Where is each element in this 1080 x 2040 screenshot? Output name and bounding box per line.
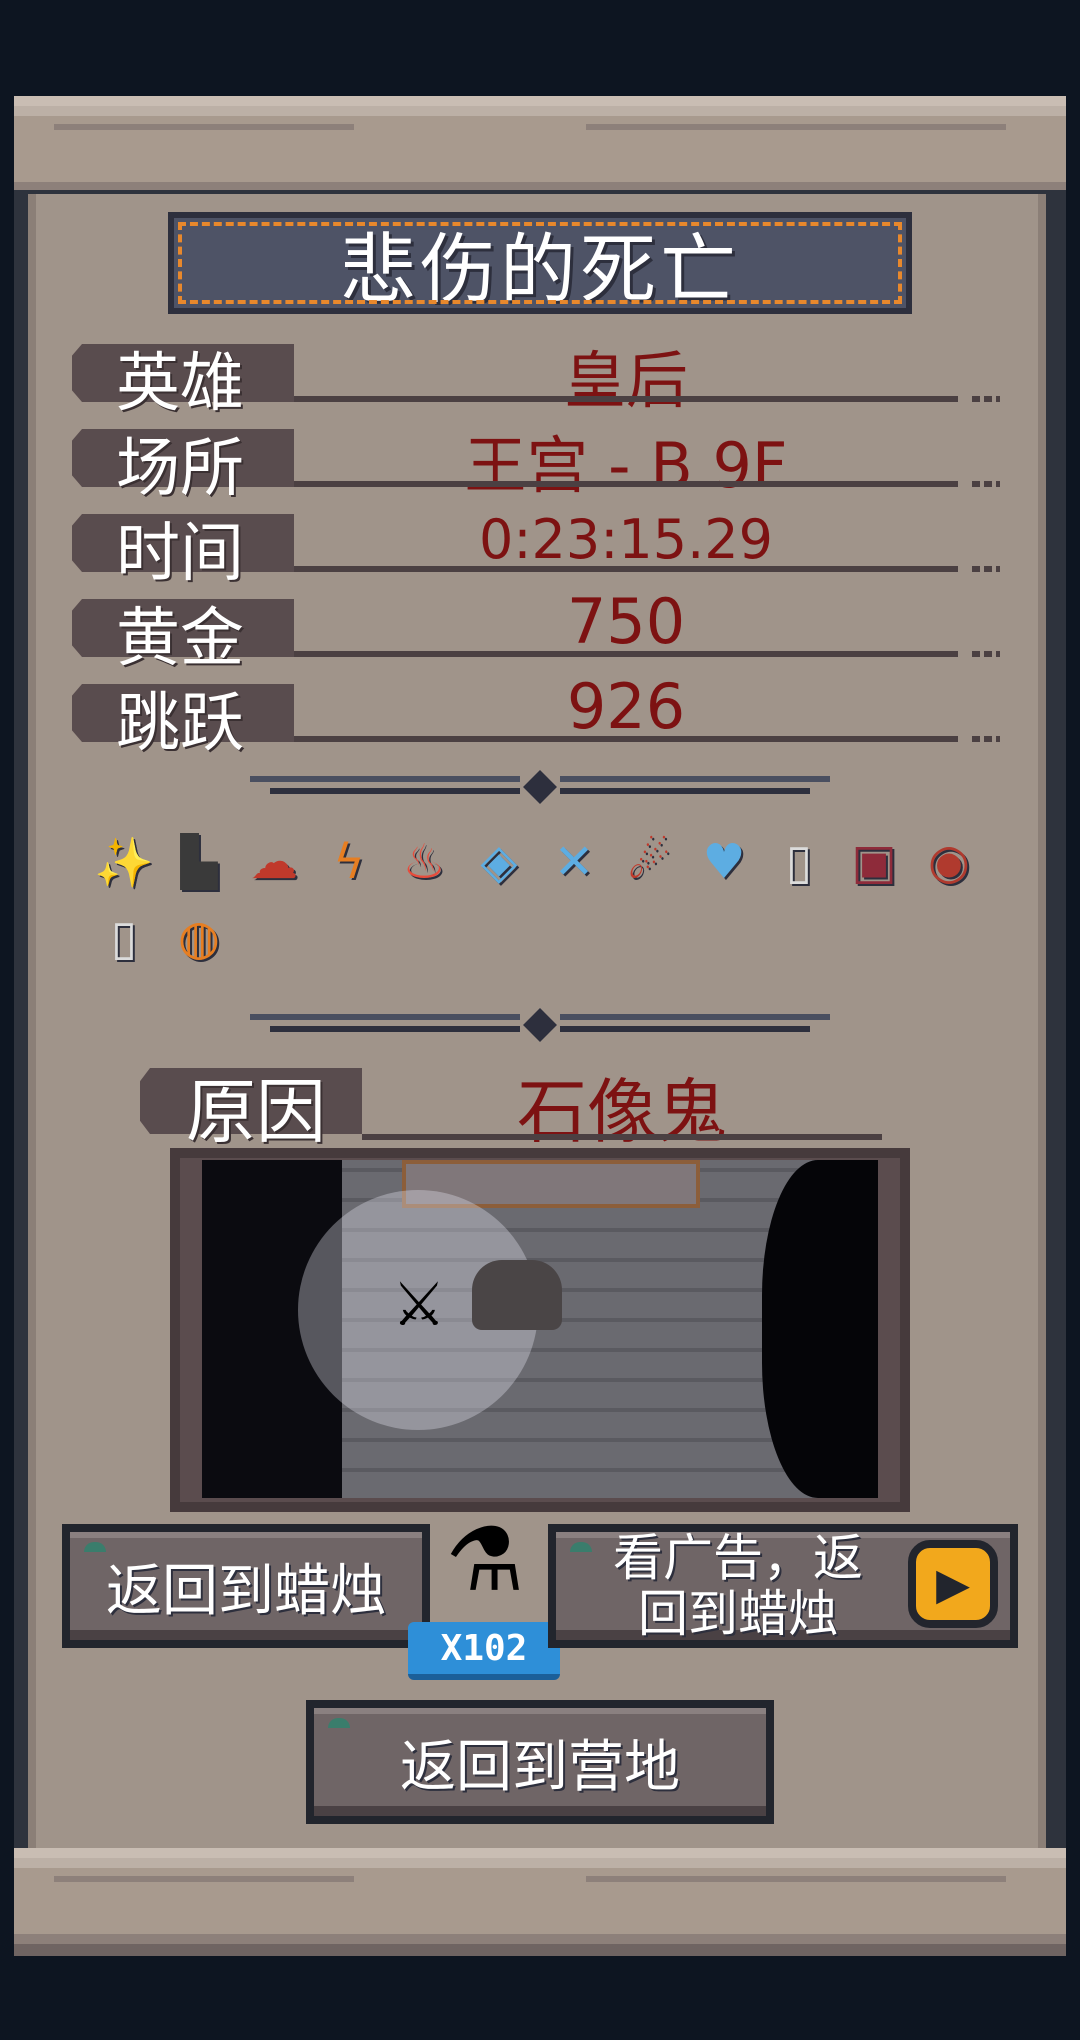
stat-label: 场所 — [116, 432, 244, 506]
stat-underline — [294, 396, 958, 402]
return-to-camp-button[interactable]: 返回到营地 — [306, 1700, 774, 1824]
crossed-swords-icon[interactable]: ✕ — [542, 830, 606, 894]
fire-orb-icon[interactable]: ◍ — [167, 906, 231, 970]
divider-bar — [270, 788, 520, 794]
stat-row-time: 时间 0:23:15.29 — [72, 500, 1002, 591]
stars-icon[interactable]: ✨ — [92, 830, 156, 894]
stat-value: 王宫 - B 9F — [464, 429, 788, 502]
stat-underline — [294, 736, 958, 742]
watch-ad-label: 看广告，返 回到蜡烛 — [613, 1530, 863, 1642]
stat-dots — [972, 396, 1000, 402]
stat-value: 750 — [566, 585, 686, 658]
stat-dots — [972, 651, 1000, 657]
return-to-camp-label: 返回到营地 — [400, 1734, 680, 1800]
divider-bar — [560, 1026, 810, 1032]
cause-underline — [362, 1134, 882, 1140]
stat-underline — [294, 566, 958, 572]
stat-row-hero: 英雄 皇后 — [72, 330, 1002, 421]
stat-value: 926 — [566, 670, 686, 743]
darkness — [762, 1160, 878, 1498]
fire-icon[interactable]: ♨ — [392, 830, 456, 894]
scroll-bottom-roll — [14, 1848, 1066, 1956]
video-ad-icon[interactable]: ▶ — [908, 1540, 998, 1628]
stat-label: 黄金 — [116, 602, 244, 676]
scroll-top-roll — [14, 96, 1066, 204]
leaf-decoration — [328, 1718, 350, 1728]
potion-icon: ⚗ — [445, 1507, 525, 1611]
potion-count-badge: X102 — [408, 1622, 560, 1680]
stat-dots — [972, 566, 1000, 572]
stat-label: 时间 — [116, 517, 244, 591]
stat-dots — [972, 736, 1000, 742]
target-icon[interactable]: ◉ — [917, 830, 981, 894]
jar-icon[interactable]: ▯ — [767, 830, 831, 894]
stat-label: 跳跃 — [116, 687, 244, 761]
stat-row-gold: 黄金 750 — [72, 585, 1002, 676]
leaf-decoration — [570, 1542, 592, 1552]
lightning-icon[interactable]: ϟ — [317, 830, 381, 894]
divider-bar — [250, 776, 520, 782]
stat-underline — [294, 481, 958, 487]
mushroom-cloud-icon[interactable]: ☁ — [242, 830, 306, 894]
death-screenshot: ⚔ — [202, 1160, 878, 1498]
boot-icon[interactable]: ▙ — [167, 830, 231, 894]
heart-icon[interactable]: ♥ — [692, 830, 756, 894]
hero-sprite: ⚔ — [392, 1270, 446, 1340]
return-to-candle-label: 返回到蜡烛 — [106, 1558, 386, 1624]
divider-gem — [523, 1008, 557, 1042]
leaf-decoration — [84, 1542, 106, 1552]
stat-label: 英雄 — [116, 347, 244, 421]
divider-bar — [560, 788, 810, 794]
stat-value: 皇后 — [563, 344, 688, 417]
stat-dots — [972, 481, 1000, 487]
cause-value: 石像鬼 — [517, 1071, 727, 1153]
comet-icon[interactable]: ☄ — [617, 830, 681, 894]
ice-cube-icon[interactable]: ◈ — [467, 830, 531, 894]
page-title: 悲伤的死亡 — [340, 225, 740, 314]
divider-bar — [250, 1014, 520, 1020]
stat-value: 0:23:15.29 — [478, 508, 774, 571]
ornament-divider — [250, 770, 830, 804]
divider-gem — [523, 770, 557, 804]
stat-row-location: 场所 王宫 - B 9F — [72, 415, 1002, 506]
divider-bar — [560, 776, 830, 782]
watch-ad-label-line2: 回到蜡烛 — [638, 1585, 838, 1643]
jar-icon[interactable]: ▯ — [92, 906, 156, 970]
cause-label: 原因 — [186, 1071, 326, 1153]
divider-bar — [560, 1014, 830, 1020]
title-plate: 悲伤的死亡 — [168, 212, 912, 314]
divider-bar — [270, 1026, 520, 1032]
chest-icon[interactable]: ▣ — [842, 830, 906, 894]
ornament-divider — [250, 1008, 830, 1042]
stat-row-jumps: 跳跃 926 — [72, 670, 1002, 761]
return-to-candle-button[interactable]: 返回到蜡烛 — [62, 1524, 430, 1648]
stat-underline — [294, 651, 958, 657]
watch-ad-label-line1: 看广告，返 — [613, 1529, 863, 1587]
gargoyle-sprite — [472, 1260, 562, 1330]
